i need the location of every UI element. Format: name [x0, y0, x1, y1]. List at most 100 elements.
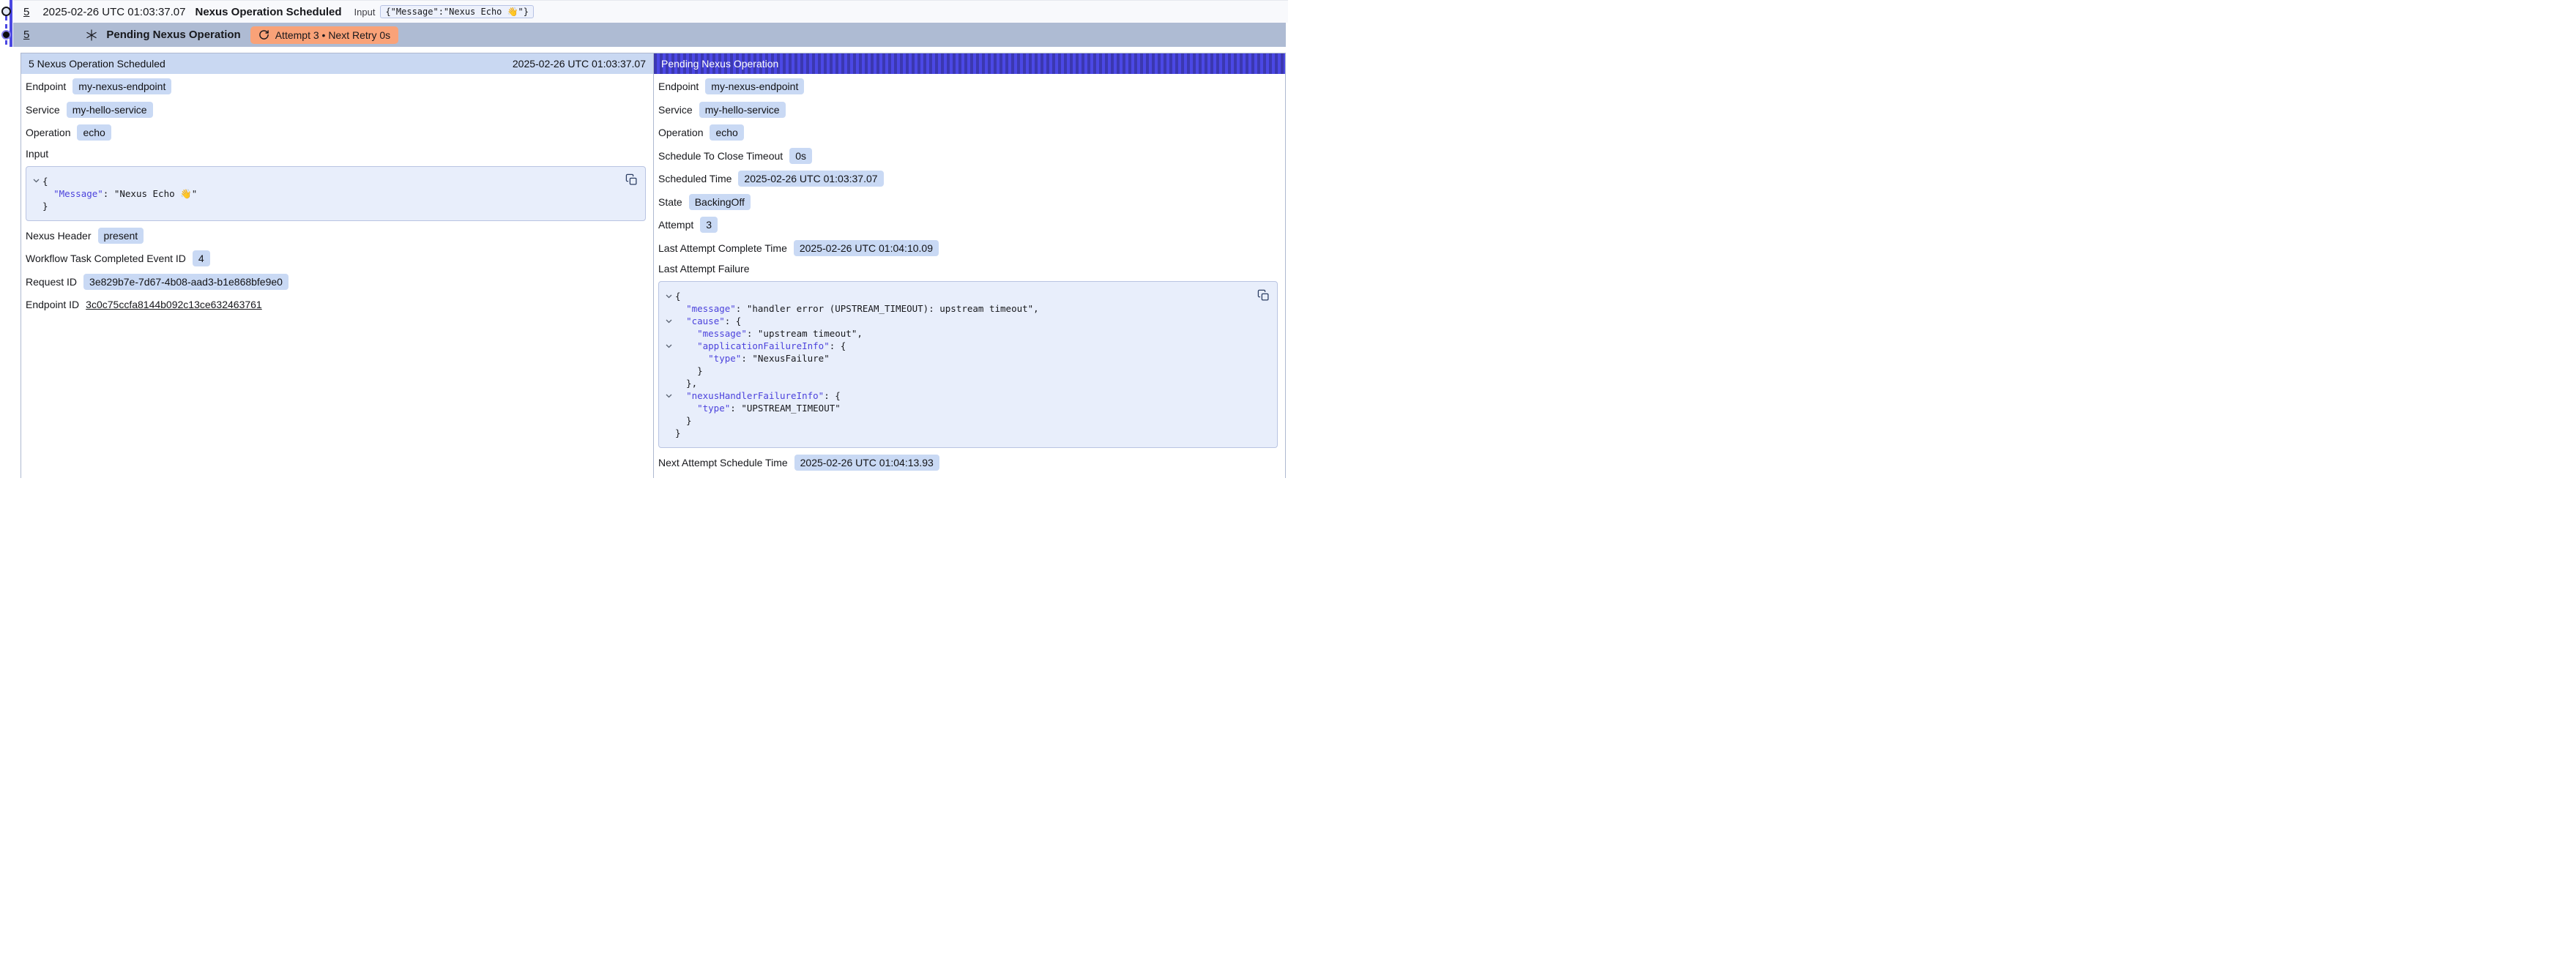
detail-field-endpoint: Endpoint my-nexus-endpoint [658, 78, 1278, 94]
pending-event-id-link[interactable]: 5 [23, 29, 29, 41]
scheduled-panel-title: 5 Nexus Operation Scheduled [29, 58, 165, 70]
json-key: "Message" [53, 187, 103, 200]
event-row-nexus-operation-scheduled[interactable]: 5 2025-02-26 UTC 01:03:37.07 Nexus Opera… [13, 0, 1288, 23]
retry-badge-text: Attempt 3 • Next Retry 0s [275, 29, 390, 41]
field-label: Service [658, 104, 693, 116]
detail-field-schedule-to-close-timeout: Schedule To Close Timeout0s [658, 148, 1278, 164]
field-value-badge: 2025-02-26 UTC 01:04:10.09 [794, 240, 939, 256]
field-value-badge: BackingOff [689, 194, 751, 210]
field-label: Scheduled Time [658, 173, 732, 184]
field-value-badge: my-nexus-endpoint [72, 78, 171, 94]
field-label: Service [26, 104, 60, 116]
workflow-event-history-view: 5 2025-02-26 UTC 01:03:37.07 Nexus Opera… [0, 0, 1288, 478]
code-line: "message": "upstream timeout", [662, 327, 1245, 340]
code-line: "Message": "Nexus Echo 👋" [29, 187, 613, 200]
json-key: "type" [697, 402, 730, 414]
json-text: : { [830, 340, 846, 352]
copy-failure-button[interactable] [1256, 288, 1270, 302]
scheduled-panel-header: 5 Nexus Operation Scheduled 2025-02-26 U… [21, 53, 653, 74]
json-key: "message" [686, 302, 736, 315]
field-value-badge: 2025-02-26 UTC 01:04:13.93 [794, 455, 939, 471]
json-text: } [675, 414, 692, 427]
pending-panel-header: Pending Nexus Operation [654, 53, 1285, 74]
json-text: : "Nexus Echo 👋" [103, 187, 197, 200]
field-label: Endpoint [658, 81, 699, 92]
detail-field-request-id: Request ID 3e829b7e-7d67-4b08-aad3-b1e868… [26, 274, 646, 290]
input-block-label: Input [26, 148, 646, 163]
json-key: "applicationFailureInfo" [697, 340, 830, 352]
event-input-preview-chip: {"Message":"Nexus Echo 👋"} [380, 5, 534, 18]
json-text: } [675, 365, 703, 377]
collapse-chevron-icon[interactable] [666, 344, 672, 348]
json-key: "nexusHandlerFailureInfo" [686, 389, 824, 402]
field-label: Endpoint ID [26, 299, 79, 310]
field-label: Request ID [26, 276, 77, 288]
code-line: } [662, 414, 1245, 427]
detail-field-workflow-task-completed-event-id: Workflow Task Completed Event ID 4 [26, 250, 646, 266]
scheduled-event-panel: 5 Nexus Operation Scheduled 2025-02-26 U… [21, 53, 653, 478]
copy-icon [1257, 289, 1270, 302]
json-key: "type" [708, 352, 741, 365]
collapse-chevron-icon[interactable] [33, 179, 40, 183]
json-text: : { [725, 315, 742, 327]
field-label: Next Attempt Schedule Time [658, 457, 788, 468]
timeline-active-bar [10, 0, 12, 47]
json-key: "cause" [686, 315, 725, 327]
field-label: Last Attempt Complete Time [658, 242, 787, 254]
code-line: } [29, 200, 613, 212]
field-label: Endpoint [26, 81, 66, 92]
field-label: Workflow Task Completed Event ID [26, 253, 186, 264]
field-value-badge: 2025-02-26 UTC 01:03:37.07 [738, 171, 883, 187]
json-key: "message" [697, 327, 747, 340]
detail-field-operation: Operation echo [658, 124, 1278, 141]
json-text [42, 187, 53, 200]
field-value-badge: 0s [789, 148, 812, 164]
collapse-chevron-icon[interactable] [666, 319, 672, 324]
input-code-block: { "Message": "Nexus Echo 👋"} [26, 166, 646, 221]
timeline-current-node-icon [1, 30, 11, 40]
field-label: Operation [26, 127, 70, 138]
json-text [675, 340, 697, 352]
detail-field-service: Service my-hello-service [658, 102, 1278, 118]
retry-attempt-badge: Attempt 3 • Next Retry 0s [250, 26, 398, 44]
detail-field-operation: Operation echo [26, 124, 646, 141]
json-text: : "UPSTREAM_TIMEOUT" [730, 402, 841, 414]
code-line: } [662, 365, 1245, 377]
code-line: }, [662, 377, 1245, 389]
json-text [675, 389, 686, 402]
detail-field-nexus-header: Nexus Headerpresent [26, 228, 646, 244]
detail-field-scheduled-time: Scheduled Time 2025-02-26 UTC 01:03:37.07 [658, 171, 1278, 187]
detail-field-endpoint-id: Endpoint ID 3c0c75ccfa8144b092c13ce632463… [26, 296, 646, 313]
json-text: { [42, 175, 48, 187]
field-label: Operation [658, 127, 703, 138]
field-value-badge: present [98, 228, 144, 244]
code-line: "type": "UPSTREAM_TIMEOUT" [662, 402, 1245, 414]
collapse-chevron-icon[interactable] [666, 294, 672, 299]
json-text: : { [824, 389, 841, 402]
field-value-badge: 3 [700, 217, 718, 233]
field-value-badge: 3e829b7e-7d67-4b08-aad3-b1e868bfe9e0 [83, 274, 289, 290]
code-line: "type": "NexusFailure" [662, 352, 1245, 365]
code-line: "message": "handler error (UPSTREAM_TIME… [662, 302, 1245, 315]
pending-spinner-icon [85, 29, 98, 42]
field-value-link[interactable]: 3c0c75ccfa8144b092c13ce632463761 [86, 299, 262, 310]
field-value-badge: echo [77, 124, 111, 141]
json-text [675, 352, 708, 365]
copy-input-button[interactable] [624, 173, 639, 187]
json-text [675, 315, 686, 327]
failure-block-label: Last Attempt Failure [658, 263, 1278, 277]
detail-field-attempt: Attempt3 [658, 217, 1278, 233]
json-text [675, 327, 697, 340]
field-value-badge: 4 [193, 250, 210, 266]
collapse-chevron-icon[interactable] [666, 394, 672, 398]
field-value-badge: echo [710, 124, 743, 141]
scheduled-panel-timestamp: 2025-02-26 UTC 01:03:37.07 [513, 58, 646, 70]
code-line: { [29, 175, 613, 187]
event-id-link[interactable]: 5 [23, 6, 29, 18]
json-text [675, 302, 686, 315]
pending-nexus-operation-row[interactable]: 5 Pending Nexus Operation Attempt 3 • Ne… [13, 23, 1286, 47]
field-value-badge: my-nexus-endpoint [705, 78, 804, 94]
field-value-badge: my-hello-service [699, 102, 786, 118]
event-detail-panels: 5 Nexus Operation Scheduled 2025-02-26 U… [21, 53, 1286, 478]
code-line: "applicationFailureInfo": { [662, 340, 1245, 352]
